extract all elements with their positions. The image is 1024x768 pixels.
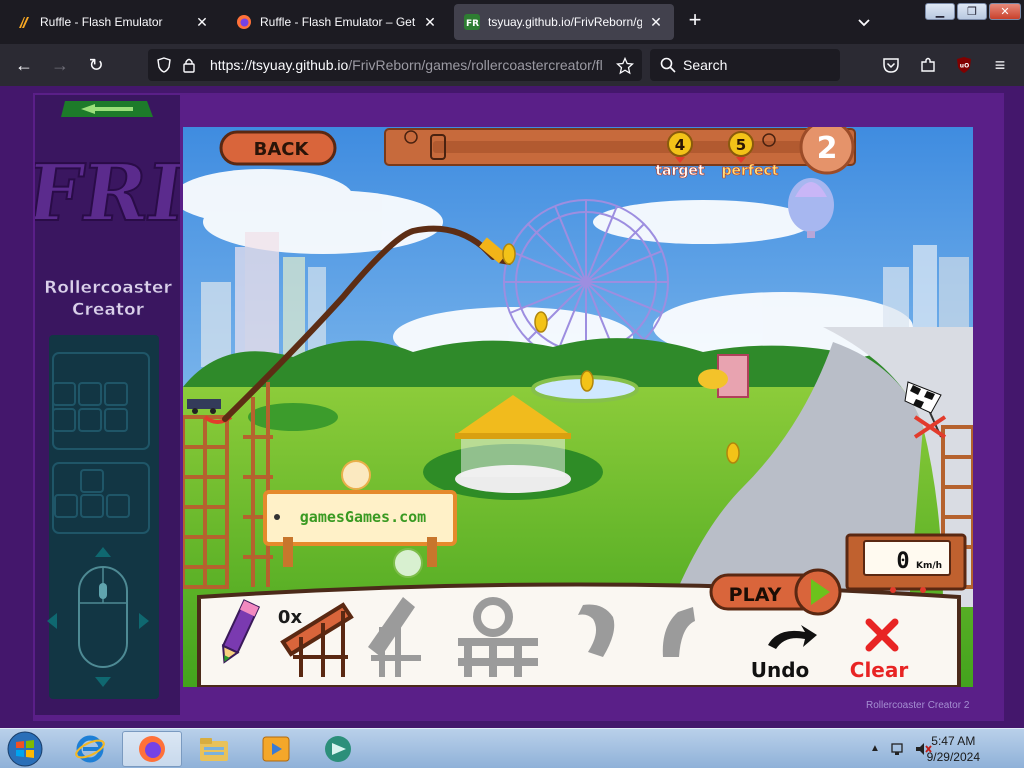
hedge-left <box>248 403 338 431</box>
clock-time: 5:47 AM <box>931 734 976 748</box>
clear-label: Clear <box>850 658 909 682</box>
close-tab-icon[interactable]: ✕ <box>648 14 664 30</box>
clock-date: 9/29/2024 <box>926 750 980 764</box>
internet-explorer-taskbar-button[interactable] <box>60 731 120 767</box>
media-player-icon <box>262 736 290 762</box>
friv-sidebar: FRIV Rollercoaster Creator <box>35 95 180 715</box>
play-button[interactable]: PLAY <box>709 568 842 616</box>
folder-icon <box>200 738 228 761</box>
hamburger-menu-icon[interactable]: ≡ <box>988 53 1012 77</box>
media-player-taskbar-button[interactable] <box>246 731 306 767</box>
maximize-window-button[interactable]: ❐ <box>957 3 987 20</box>
tab-ruffle[interactable]: Ruffle - Flash Emulator ✕ <box>6 4 220 40</box>
system-clock[interactable]: 5:47 AM 9/29/2024 <box>927 733 980 765</box>
tab-friv-reborn[interactable]: FR tsyuay.github.io/FrivReborn/ga ✕ <box>454 4 674 40</box>
bookmark-star-icon[interactable] <box>616 57 634 75</box>
perfect-value: 5 <box>736 136 746 154</box>
game-credit: Rollercoaster Creator 2 <box>866 700 970 711</box>
url-text[interactable]: https://tsyuay.github.io/FrivReborn/game… <box>210 57 610 73</box>
game-title-line2: Creator <box>72 300 145 320</box>
target-label: target <box>655 163 705 179</box>
level-number: 2 <box>817 131 838 166</box>
back-label: BACK <box>254 139 310 160</box>
close-tab-icon[interactable]: ✕ <box>194 14 210 30</box>
friv-favicon-icon: FR <box>464 14 480 30</box>
progress-hud <box>384 128 856 166</box>
media-center-icon <box>325 736 351 762</box>
target-value: 4 <box>675 136 685 154</box>
firefox-icon <box>139 736 165 762</box>
close-tab-icon[interactable]: ✕ <box>422 14 438 30</box>
new-tab-button[interactable]: + <box>684 9 706 32</box>
tab-title: Ruffle - Flash Emulator <box>40 15 163 29</box>
internet-explorer-icon <box>75 735 105 763</box>
game-scene[interactable]: gamesGames.com 4 target 5 perfect 2 BACK… <box>183 127 973 687</box>
undo-label: Undo <box>751 658 810 682</box>
friv-logo: FRIV <box>35 146 180 240</box>
url-host: https://tsyuay.github.io <box>210 57 349 73</box>
search-icon <box>660 57 676 73</box>
search-bar[interactable]: Search <box>650 49 840 81</box>
back-button[interactable]: BACK <box>219 130 337 166</box>
show-hidden-icons[interactable]: ▲ <box>870 743 880 754</box>
ublock-origin-icon[interactable]: uO <box>955 56 973 74</box>
lock-icon[interactable] <box>182 57 196 73</box>
url-bar[interactable]: https://tsyuay.github.io/FrivReborn/game… <box>148 49 642 81</box>
play-label: PLAY <box>729 584 782 606</box>
speedometer: 0 Km/h <box>845 533 967 593</box>
level-badge: 2 <box>799 127 855 175</box>
navigation-toolbar: ← → ↻ https://tsyuay.github.io/FrivRebor… <box>0 44 1024 86</box>
network-icon[interactable] <box>890 741 906 757</box>
pieces-count: 0x <box>278 607 303 628</box>
svg-text:uO: uO <box>960 63 969 70</box>
svg-text:FR: FR <box>466 19 479 29</box>
back-arrow-icon[interactable]: ← <box>12 53 36 77</box>
ruffle-favicon-icon <box>19 17 29 28</box>
shield-icon[interactable] <box>156 57 172 73</box>
app-taskbar-button[interactable] <box>308 731 368 767</box>
firefox-taskbar-button[interactable] <box>122 731 182 767</box>
start-button[interactable] <box>0 731 50 767</box>
game-canvas[interactable]: gamesGames.com 4 target 5 perfect 2 BACK… <box>183 127 973 687</box>
game-title-line1: Rollercoaster <box>44 278 172 298</box>
windows-taskbar: ▲ 5:47 AM 9/29/2024 <box>0 728 1024 768</box>
tab-bar: Ruffle - Flash Emulator ✕ Ruffle - Flash… <box>0 0 1024 44</box>
close-window-button[interactable]: ✕ <box>989 3 1021 20</box>
minimize-window-button[interactable]: ▁ <box>925 3 955 20</box>
speed-value: 0 <box>896 549 909 574</box>
firefox-favicon-icon <box>237 15 251 29</box>
ferris-wheel <box>503 199 669 365</box>
forward-arrow-icon[interactable]: → <box>48 53 72 77</box>
speed-unit: Km/h <box>916 561 942 571</box>
file-explorer-taskbar-button[interactable] <box>184 731 244 767</box>
extensions-puzzle-icon[interactable] <box>919 56 937 74</box>
list-all-tabs-icon[interactable] <box>854 12 874 32</box>
tab-title: tsyuay.github.io/FrivReborn/ga <box>488 15 642 29</box>
sponsor-sign-text: gamesGames.com <box>300 508 426 526</box>
windows-start-icon <box>7 731 43 767</box>
perfect-label: perfect <box>722 163 779 179</box>
url-path: /FrivReborn/games/rollercoastercreator/f… <box>348 57 603 73</box>
tab-ruffle-get[interactable]: Ruffle - Flash Emulator – Get th ✕ <box>226 4 448 40</box>
search-input[interactable]: Search <box>683 57 727 73</box>
tab-title: Ruffle - Flash Emulator – Get th <box>260 15 416 29</box>
back-arrow-banner-icon[interactable] <box>61 101 153 117</box>
svg-text:FRIV: FRIV <box>35 147 180 239</box>
pocket-icon[interactable] <box>882 56 900 74</box>
reload-icon[interactable]: ↻ <box>84 53 108 77</box>
